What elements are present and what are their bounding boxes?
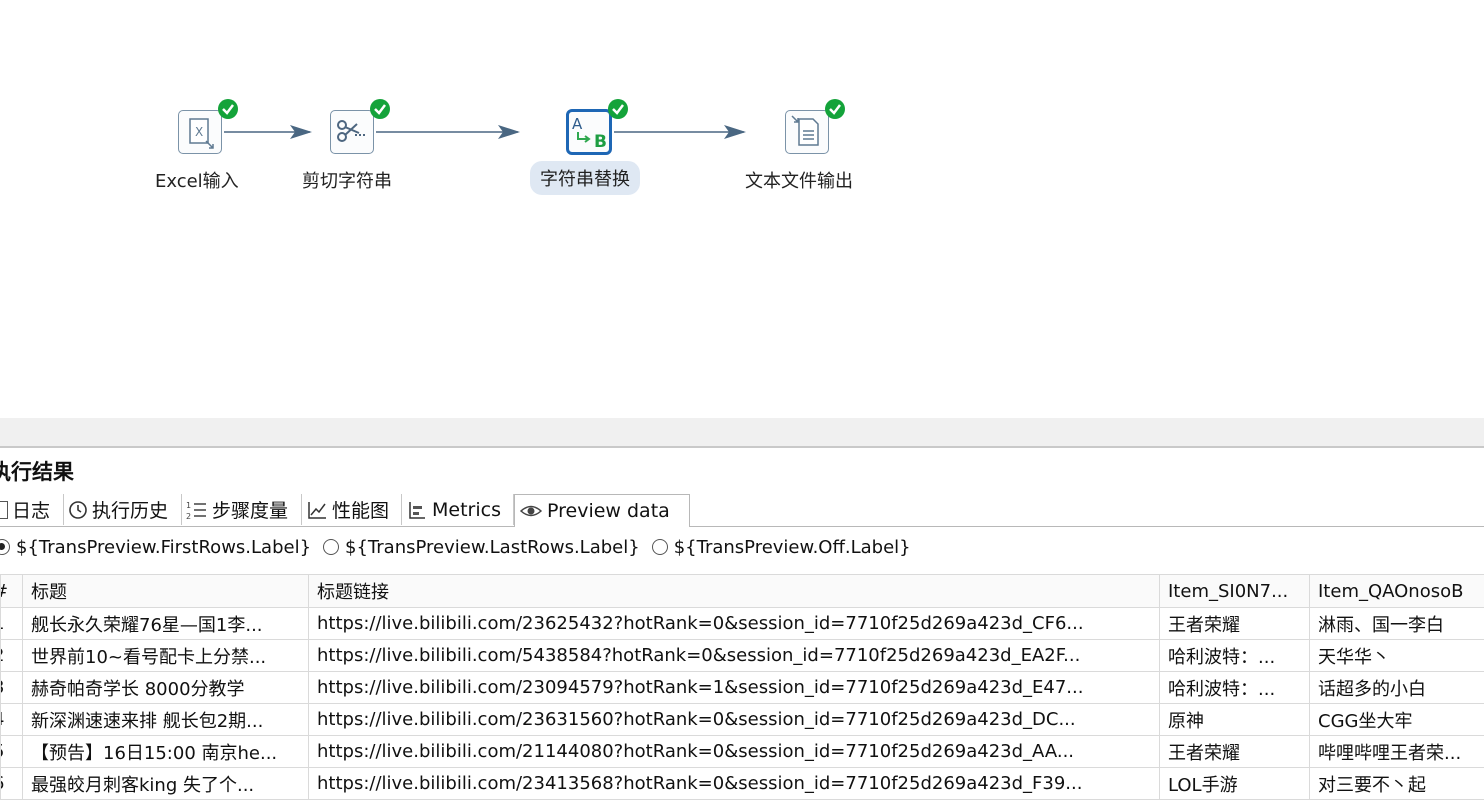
cell-link: https://live.bilibili.com/21144080?hotRa… xyxy=(308,735,1160,768)
radio-button[interactable] xyxy=(651,539,668,555)
cell-item: 话超多的小白 xyxy=(1309,671,1484,704)
success-check-icon xyxy=(825,99,845,119)
table-row[interactable]: 2 世界前10~看号配卡上分禁... https://live.bilibili… xyxy=(0,639,1484,672)
string-replace-icon: A B xyxy=(566,109,612,155)
row-index: 1 xyxy=(0,607,23,640)
svg-text:2: 2 xyxy=(186,512,191,521)
cell-item: 哈利波特：... xyxy=(1159,671,1310,704)
step-metrics-icon: 12 xyxy=(186,501,206,521)
row-index: 6 xyxy=(0,767,23,800)
tab-label: 性能图 xyxy=(332,500,390,522)
execution-results-title: 执行结果 xyxy=(0,460,74,484)
tab-label: 步骤度量 xyxy=(212,500,289,522)
eye-icon xyxy=(519,505,543,517)
performance-chart-icon xyxy=(308,501,326,519)
table-row[interactable]: 5 【预告】16日15:00 南京he... https://live.bili… xyxy=(0,735,1484,768)
cell-item: 王者荣耀 xyxy=(1159,735,1310,768)
radio-first-rows[interactable]: ${TransPreview.FirstRows.Label} xyxy=(0,537,311,558)
column-header-item-qaonosob[interactable]: Item_QAOnosoB xyxy=(1309,574,1484,608)
step-label: 文本文件输出 xyxy=(745,171,853,192)
cell-title: 【预告】16日15:00 南京he... xyxy=(22,735,309,768)
cell-item: 哔哩哔哩王者荣... xyxy=(1309,735,1484,768)
tab-label: 日志 xyxy=(12,500,51,522)
table-row[interactable]: 3 赫奇帕奇学长 8000分教学 https://live.bilibili.c… xyxy=(0,671,1484,704)
radio-label: ${TransPreview.FirstRows.Label} xyxy=(16,536,312,558)
svg-text:1: 1 xyxy=(186,501,191,510)
cell-item: 对三要不丶起 xyxy=(1309,767,1484,800)
cell-link: https://live.bilibili.com/23094579?hotRa… xyxy=(308,671,1160,704)
step-label: 剪切字符串 xyxy=(302,171,392,192)
cell-link: https://live.bilibili.com/5438584?hotRan… xyxy=(308,639,1160,672)
text-file-output-icon xyxy=(785,110,829,154)
tab-step-metrics[interactable]: 12 步骤度量 xyxy=(182,494,302,525)
cell-title: 最强皎月刺客king 失了个... xyxy=(22,767,309,800)
success-check-icon xyxy=(218,99,238,119)
row-index: 5 xyxy=(0,735,23,768)
radio-button-checked[interactable] xyxy=(0,539,10,555)
cell-link: https://live.bilibili.com/23413568?hotRa… xyxy=(308,767,1160,800)
results-tab-bar: 日志 执行历史 12 步骤度量 性能图 Metrics Preview data xyxy=(0,494,1484,527)
column-header-title[interactable]: 标题 xyxy=(22,574,309,608)
radio-button[interactable] xyxy=(323,539,340,555)
tab-log[interactable]: 日志 xyxy=(0,494,64,525)
row-index: 2 xyxy=(0,639,23,672)
cell-item: 原神 xyxy=(1159,703,1310,736)
cell-item: 哈利波特：... xyxy=(1159,639,1310,672)
cell-item: LOL手游 xyxy=(1159,767,1310,800)
table-row[interactable]: 1 舰长永久荣耀76星—国1李... https://live.bilibili… xyxy=(0,607,1484,640)
panel-divider xyxy=(0,446,1484,448)
cell-title: 新深渊速速来排 舰长包2期... xyxy=(22,703,309,736)
preview-data-table: # 标题 标题链接 Item_SI0N7... Item_QAOnosoB 1 … xyxy=(0,574,1484,800)
radio-off[interactable]: ${TransPreview.Off.Label} xyxy=(651,536,911,558)
tab-label: Metrics xyxy=(432,498,501,521)
cell-item: 天华华丶 xyxy=(1309,639,1484,672)
radio-label: ${TransPreview.LastRows.Label} xyxy=(345,536,640,558)
cell-link: https://live.bilibili.com/23631560?hotRa… xyxy=(308,703,1160,736)
history-clock-icon xyxy=(69,500,87,519)
log-icon xyxy=(0,500,8,519)
table-row[interactable]: 4 新深渊速速来排 舰长包2期... https://live.bilibili… xyxy=(0,703,1484,736)
svg-text:X: X xyxy=(195,125,203,139)
tab-performance-chart[interactable]: 性能图 xyxy=(302,494,402,525)
step-label-selected: 字符串替换 xyxy=(530,161,640,195)
table-row[interactable]: 6 最强皎月刺客king 失了个... https://live.bilibil… xyxy=(0,767,1484,800)
step-string-replace[interactable]: A B xyxy=(566,109,612,155)
row-index: 3 xyxy=(0,671,23,704)
cell-title: 舰长永久荣耀76星—国1李... xyxy=(22,607,309,640)
cell-item: CGG坐大牢 xyxy=(1309,703,1484,736)
column-header-index[interactable]: # xyxy=(0,574,23,608)
preview-mode-radio-group: ${TransPreview.FirstRows.Label} ${TransP… xyxy=(0,532,1484,562)
tab-label: 执行历史 xyxy=(92,500,169,522)
cell-title: 世界前10~看号配卡上分禁... xyxy=(22,639,309,672)
transformation-canvas[interactable]: X Excel输入 剪切字符串 A B 字符串替换 文本文件输出 xyxy=(0,0,1484,418)
success-check-icon xyxy=(370,99,390,119)
panel-splitter[interactable] xyxy=(0,418,1484,446)
hop-arrows xyxy=(224,125,746,139)
cell-title: 赫奇帕奇学长 8000分教学 xyxy=(22,671,309,704)
cell-item: 王者荣耀 xyxy=(1159,607,1310,640)
column-header-link[interactable]: 标题链接 xyxy=(308,574,1160,608)
cell-link: https://live.bilibili.com/23625432?hotRa… xyxy=(308,607,1160,640)
scissors-icon xyxy=(330,110,374,154)
table-header-row: # 标题 标题链接 Item_SI0N7... Item_QAOnosoB xyxy=(0,574,1484,608)
radio-label: ${TransPreview.Off.Label} xyxy=(673,536,911,558)
excel-file-icon: X xyxy=(178,110,222,154)
metrics-icon xyxy=(409,501,425,519)
tab-history[interactable]: 执行历史 xyxy=(64,494,182,525)
row-index: 4 xyxy=(0,703,23,736)
cell-item: 淋雨、国一李白 xyxy=(1309,607,1484,640)
svg-text:A: A xyxy=(572,115,583,133)
tab-label: Preview data xyxy=(547,500,670,522)
svg-text:B: B xyxy=(594,132,607,152)
tab-preview-data[interactable]: Preview data xyxy=(514,494,690,527)
success-check-icon xyxy=(608,99,628,119)
step-label: Excel输入 xyxy=(155,171,239,192)
tab-metrics[interactable]: Metrics xyxy=(402,494,514,525)
radio-last-rows[interactable]: ${TransPreview.LastRows.Label} xyxy=(323,537,640,558)
column-header-item-si0n7[interactable]: Item_SI0N7... xyxy=(1159,574,1310,608)
